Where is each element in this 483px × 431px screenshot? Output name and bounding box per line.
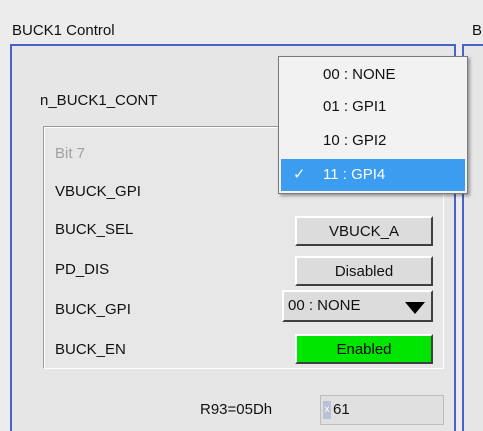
pd-dis-label: PD_DIS <box>55 261 110 278</box>
option-label: 11 : GPI4 <box>323 166 386 183</box>
buck-en-label: BUCK_EN <box>55 341 126 358</box>
register-name: n_BUCK1_CONT <box>40 92 158 109</box>
buck-gpi-label: BUCK_GPI <box>55 301 131 318</box>
dropdown-option-gpi2[interactable]: 10 : GPI2 <box>281 125 465 157</box>
dropdown-option-none[interactable]: 00 : NONE <box>281 59 465 91</box>
option-label: 00 : NONE <box>323 66 396 83</box>
register-address-label: R93=05Dh <box>200 401 273 418</box>
panel-title: BUCK1 Control <box>12 22 115 39</box>
buck-sel-button[interactable]: VBUCK_A <box>295 216 433 246</box>
bit7-label: Bit 7 <box>55 145 86 162</box>
register-value: 61 <box>333 401 350 418</box>
buck-gpi-select-value: 00 : NONE <box>288 297 361 314</box>
next-panel-title: B <box>472 22 483 39</box>
checkmark-icon: ✓ <box>293 166 306 183</box>
dropdown-option-gpi4[interactable]: ✓ 11 : GPI4 <box>281 159 465 191</box>
buck-en-button[interactable]: Enabled <box>295 334 433 364</box>
option-label: 10 : GPI2 <box>323 132 387 149</box>
vbuck-gpi-dropdown-menu: 00 : NONE 01 : GPI1 10 : GPI2 ✓ 11 : GPI… <box>278 56 468 194</box>
buck-gpi-select[interactable]: 00 : NONE <box>282 290 433 322</box>
window-header: BUCK1 Control B <box>0 0 483 44</box>
register-value-field[interactable]: x 61 <box>320 395 444 425</box>
pd-dis-button[interactable]: Disabled <box>295 256 433 286</box>
radix-indicator[interactable]: x <box>323 401 331 419</box>
option-label: 01 : GPI1 <box>323 98 387 115</box>
dropdown-arrow-icon[interactable] <box>405 302 425 314</box>
buck-sel-label: BUCK_SEL <box>55 221 134 238</box>
dropdown-option-gpi1[interactable]: 01 : GPI1 <box>281 91 465 123</box>
vbuck-gpi-label: VBUCK_GPI <box>55 183 141 200</box>
